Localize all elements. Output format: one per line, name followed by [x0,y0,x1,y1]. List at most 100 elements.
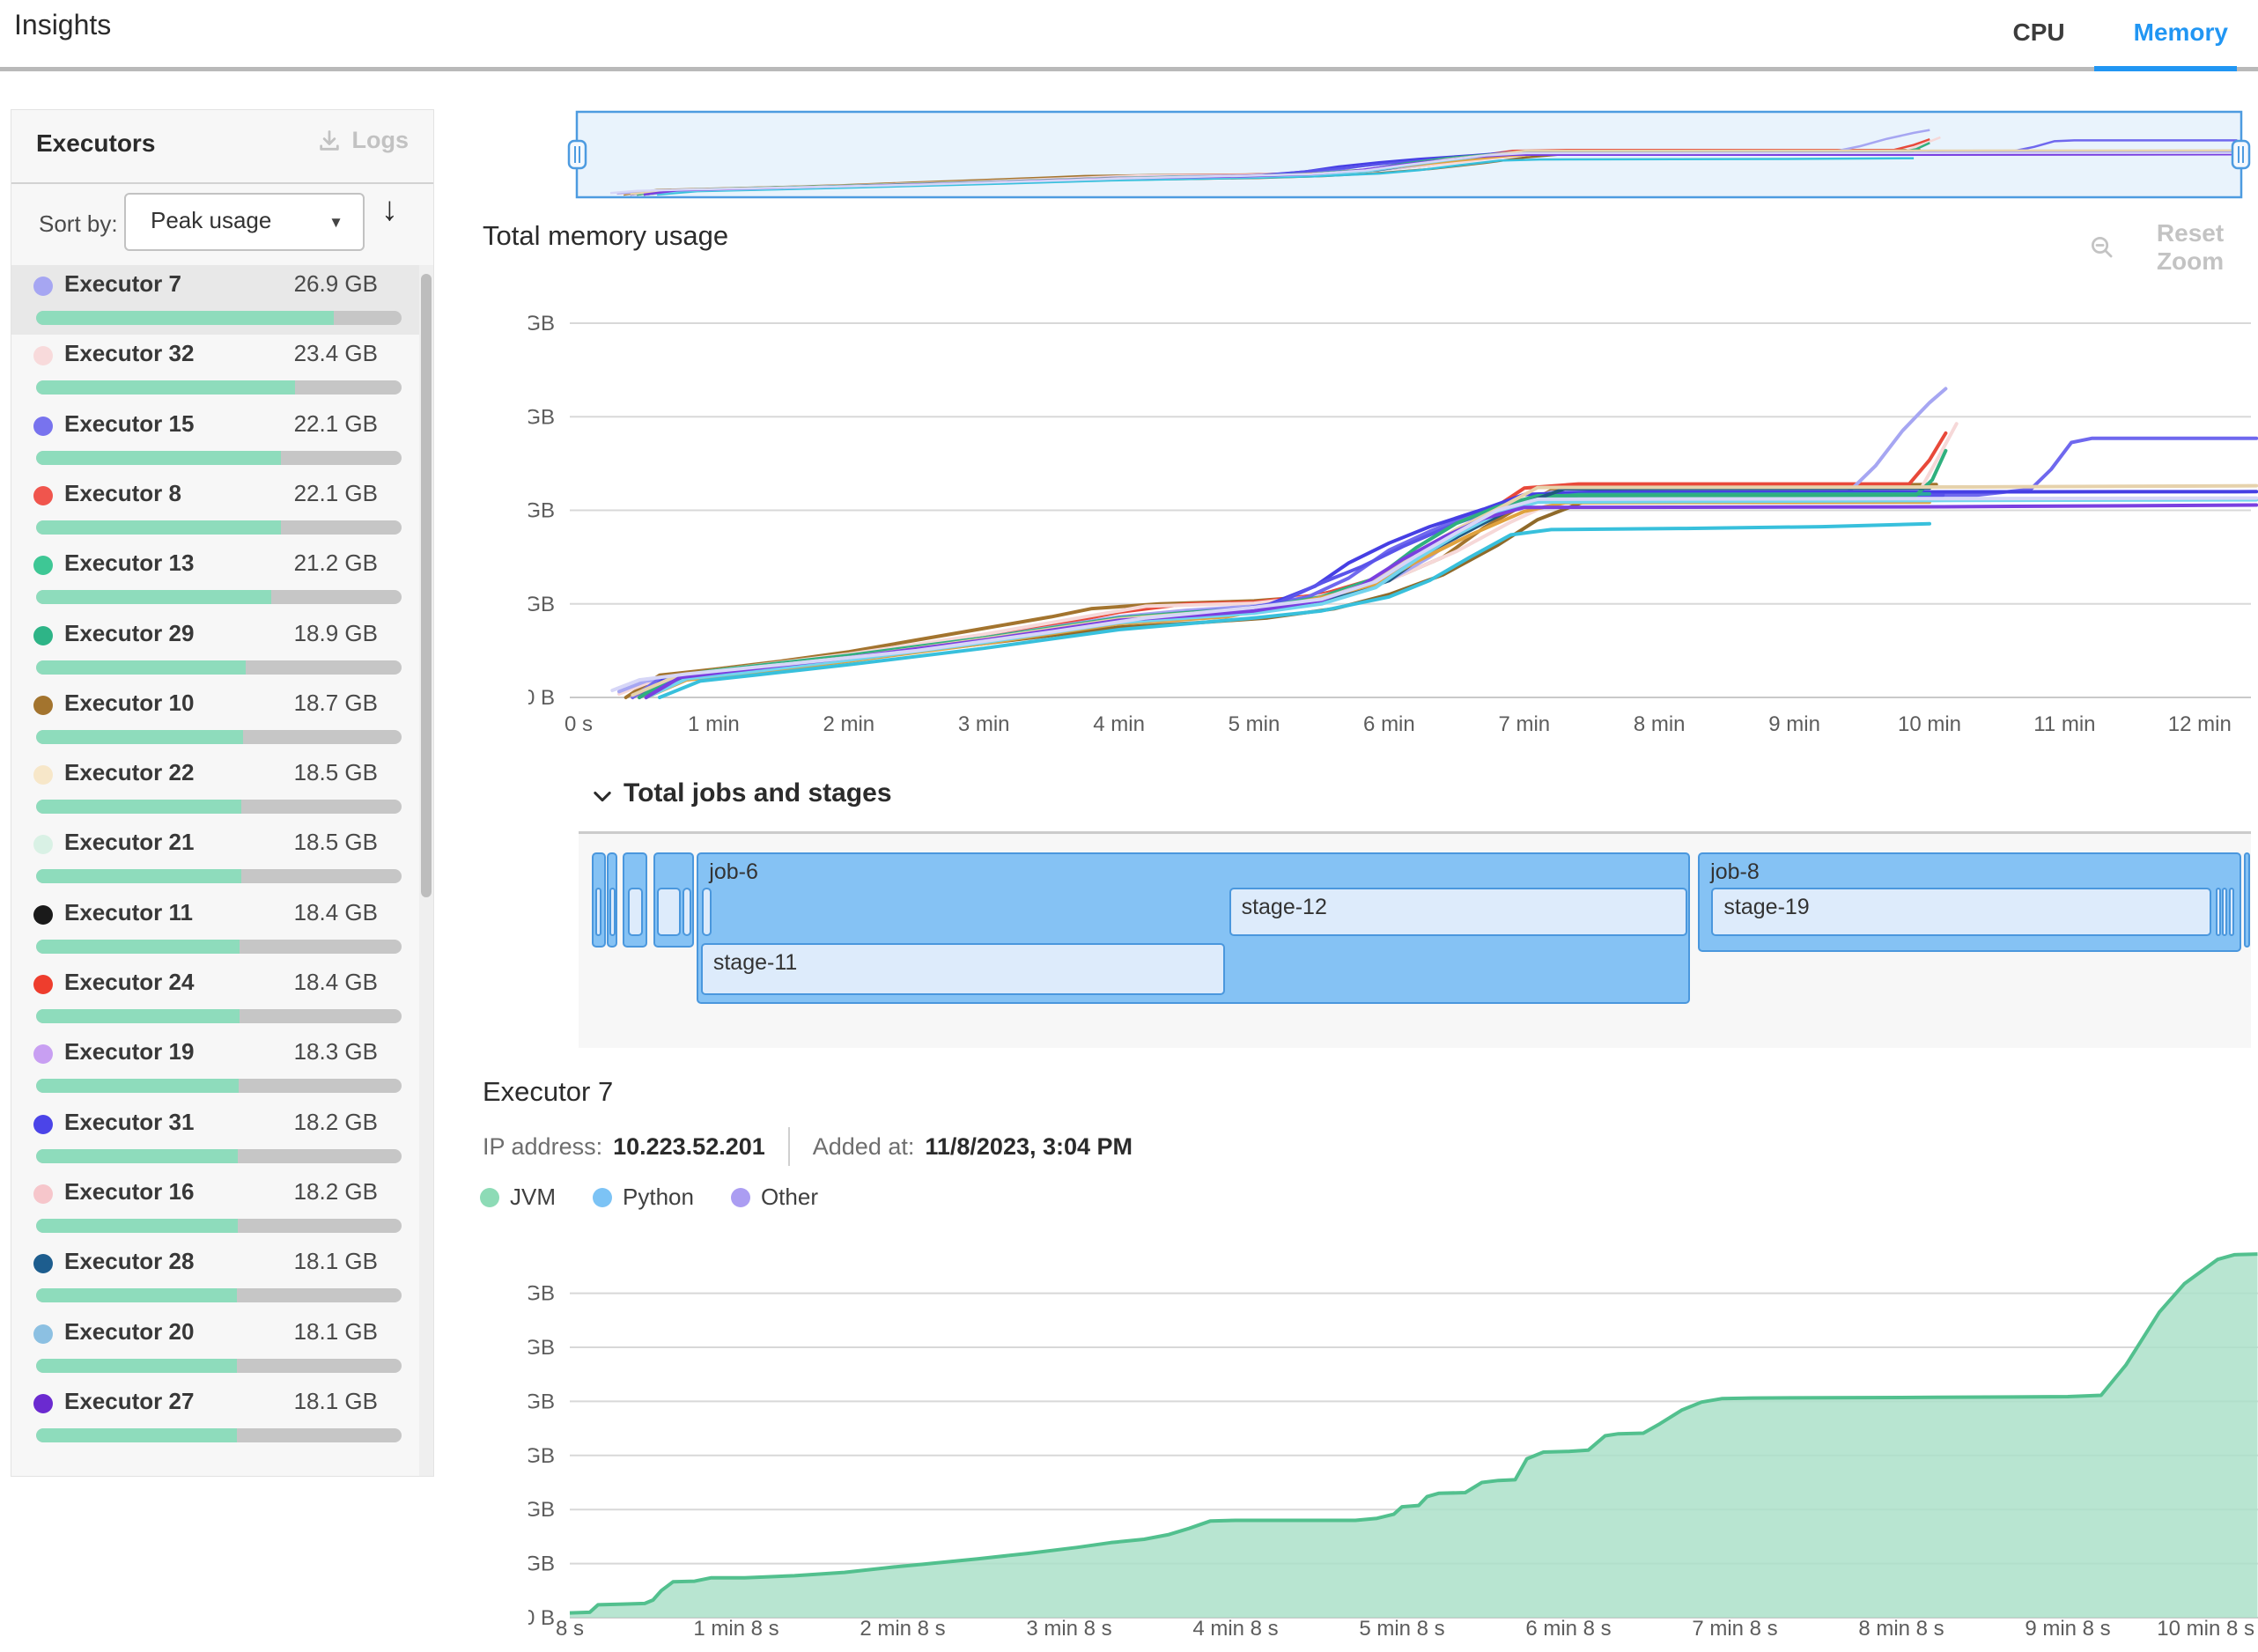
legend-label: JVM [510,1184,556,1211]
stage-block[interactable] [595,888,601,936]
block-label: stage-12 [1242,895,1327,920]
svg-text:5 min: 5 min [1229,712,1280,736]
svg-text:2 min: 2 min [823,712,874,736]
job-block[interactable] [2244,852,2251,948]
executor-row[interactable]: Executor 2118.5 GB [11,823,419,893]
executor-usage-bar-fill [36,1009,240,1023]
tab-memory[interactable]: Memory [2134,18,2228,47]
executors-title: Executors [36,129,155,158]
executor-row[interactable]: Executor 1918.3 GB [11,1033,419,1103]
executor-row[interactable]: Executor 1018.7 GB [11,684,419,754]
legend-dot [480,1188,499,1207]
svg-text:32 GB: 32 GB [528,312,555,336]
svg-text:16 GB: 16 GB [528,1390,555,1413]
executor-usage-bar [36,660,402,675]
legend-label: Other [761,1184,818,1211]
svg-text:12 min: 12 min [2168,712,2232,736]
stage-block[interactable] [628,888,643,936]
executor-usage-bar [36,800,402,814]
executor-usage-bar [36,1288,402,1302]
executor-row[interactable]: Executor 2218.5 GB [11,754,419,823]
legend-item-other: Other [731,1184,818,1211]
stage-block[interactable] [2216,888,2221,936]
executor-usage-bar-fill [36,311,334,325]
executor-color-dot [33,1184,53,1204]
block-label: job-6 [709,859,758,885]
svg-text:24 GB: 24 GB [528,405,555,429]
executor-name: Executor 13 [64,549,194,577]
executor-usage-bar-fill [36,800,241,814]
svg-text:11 min: 11 min [2033,712,2095,736]
executor-usage-bar-fill [36,1149,238,1163]
executor-usage-bar-fill [36,940,240,954]
overview-brush-chart[interactable] [564,106,2258,204]
executor-row[interactable]: Executor 2418.4 GB [11,963,419,1033]
svg-text:7 min: 7 min [1498,712,1550,736]
sort-select-value: Peak usage [151,207,271,234]
executor-peak-value: 18.1 GB [294,1388,378,1415]
svg-text:8 min 8 s: 8 min 8 s [1858,1617,1944,1641]
stage-block[interactable] [609,888,616,936]
executor-row[interactable]: Executor 1618.2 GB [11,1173,419,1243]
svg-text:8 GB: 8 GB [528,1498,555,1522]
stage-block[interactable] [2229,888,2234,936]
executor-row[interactable]: Executor 2018.1 GB [11,1313,419,1383]
executor-row[interactable]: Executor 822.1 GB [11,475,419,544]
stage-block[interactable] [702,888,712,936]
sort-select[interactable]: Peak usage ▼ [124,193,365,251]
stage-block[interactable] [683,888,691,936]
executor-row[interactable]: Executor 1522.1 GB [11,405,419,475]
executor-peak-value: 18.4 GB [294,899,378,926]
svg-text:20 GB: 20 GB [528,1336,555,1360]
block-label: stage-19 [1723,895,1809,920]
executors-header: Executors Logs [11,110,433,184]
executor-name: Executor 20 [64,1318,194,1346]
executor-usage-bar-fill [36,1359,237,1373]
stage-11-block[interactable]: stage-11 [701,943,1225,995]
brush-handle-left[interactable] [569,141,586,168]
jobs-section-title[interactable]: Total jobs and stages [624,778,892,808]
executor-name: Executor 11 [64,899,193,926]
executor-row[interactable]: Executor 2718.1 GB [11,1383,419,1452]
reset-zoom-button[interactable]: Reset Zoom [2084,218,2258,277]
block-label: job-8 [1710,859,1760,885]
executor-color-dot [33,1115,53,1134]
executor-row[interactable]: Executor 2918.9 GB [11,615,419,684]
executor-row[interactable]: Executor 726.9 GB [11,265,419,335]
executor-name: Executor 8 [64,480,181,507]
executor-row[interactable]: Executor 11 18.4 GB [11,894,419,963]
chevron-down-icon[interactable] [590,784,615,808]
executor-usage-bar-fill [36,1428,237,1442]
tab-cpu[interactable]: CPU [2013,18,2065,47]
svg-text:4 GB: 4 GB [528,1552,555,1576]
executor-peak-value: 18.2 GB [294,1109,378,1136]
svg-text:1 min 8 s: 1 min 8 s [693,1617,778,1641]
executor-memory-chart: 0 B4 GB8 GB12 GB16 GB20 GB24 GB8 s1 min … [528,1228,2258,1652]
memory-series-executor-light-cyan [646,500,2257,697]
executor-name: Executor 22 [64,759,194,786]
executor-row[interactable]: Executor 3223.4 GB [11,335,419,404]
stage-19-block[interactable]: stage-19 [1711,888,2211,936]
svg-text:0 s: 0 s [564,712,593,736]
executor-row[interactable]: Executor 3118.2 GB [11,1103,419,1173]
svg-text:6 min 8 s: 6 min 8 s [1525,1617,1611,1641]
executor-row[interactable]: Executor 1321.2 GB [11,544,419,614]
executor-color-dot [33,1394,53,1413]
stage-block[interactable] [2222,888,2227,936]
svg-text:2 min 8 s: 2 min 8 s [860,1617,945,1641]
executor-name: Executor 7 [64,270,181,298]
logs-button[interactable]: Logs [312,126,415,155]
brush-handle-right[interactable] [2232,141,2249,168]
sort-direction-button[interactable]: ↓ [381,191,398,229]
executor-color-dot [33,765,53,785]
executors-panel: Executors Logs Sort by: Peak usage ▼ ↓ E… [11,109,434,1477]
scrollbar-thumb[interactable] [421,274,432,897]
insights-page: Insights CPU Memory Executors Logs Sort … [0,0,2258,1652]
stage-12-block[interactable]: stage-12 [1229,888,1687,936]
executor-row[interactable]: Executor 2818.1 GB [11,1243,419,1312]
executor-name: Executor 16 [64,1178,194,1206]
executor-detail-title: Executor 7 [483,1076,613,1108]
stage-block[interactable] [657,888,681,936]
executor-color-dot [33,486,53,505]
executor-color-dot [33,975,53,994]
